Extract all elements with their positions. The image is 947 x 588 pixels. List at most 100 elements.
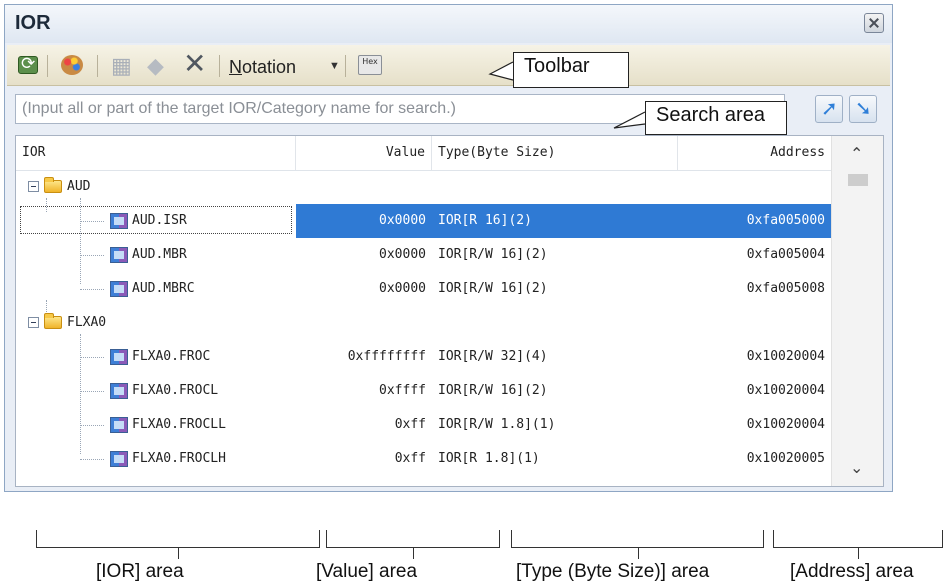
- toolbar-separator: [345, 55, 346, 77]
- register-value[interactable]: 0x0000: [296, 204, 432, 238]
- register-name: AUD.MBRC: [132, 281, 195, 296]
- tree-line: [80, 255, 104, 256]
- register-type: IOR[R/W 16](2): [438, 247, 548, 262]
- category-name: FLXA0: [67, 315, 107, 330]
- tree-row-category[interactable]: FLXA0: [16, 306, 831, 340]
- register-address: 0xfa005000: [678, 204, 831, 238]
- table-header: IOR Value Type(Byte Size) Address: [16, 136, 831, 171]
- bracket-type-area: [511, 530, 764, 559]
- column-header-value[interactable]: Value: [296, 136, 432, 170]
- register-type: IOR[R 16](2): [432, 204, 678, 238]
- toolbar-separator: [219, 55, 220, 77]
- register-icon: [110, 383, 128, 399]
- table-row[interactable]: AUD.ISR 0x0000 IOR[R 16](2) 0xfa005000: [16, 204, 831, 238]
- register-name: FLXA0.FROCLH: [132, 451, 226, 466]
- table-row[interactable]: FLXA0.FROCLH 0xff IOR[R 1.8](1) 0x100200…: [16, 442, 831, 476]
- toolbar-separator: [47, 55, 48, 77]
- register-type: IOR[R 1.8](1): [438, 451, 540, 466]
- eraser-icon[interactable]: ◆: [147, 53, 173, 78]
- category-name: AUD: [67, 179, 91, 194]
- notation-menu-button[interactable]: Notation: [229, 57, 296, 78]
- search-backward-button[interactable]: ➚: [815, 95, 843, 123]
- column-header-type[interactable]: Type(Byte Size): [432, 136, 678, 170]
- table-row[interactable]: AUD.MBR 0x0000 IOR[R/W 16](2) 0xfa005004: [16, 238, 831, 272]
- register-icon: [110, 213, 128, 229]
- tree-line: [80, 289, 104, 290]
- register-name: FLXA0.FROCLL: [132, 417, 226, 432]
- toolbar-separator: [97, 55, 98, 77]
- bracket-tick: [637, 547, 639, 559]
- callout-search-area: Search area: [645, 101, 787, 135]
- register-type: IOR[R/W 16](2): [438, 281, 548, 296]
- register-address: 0xfa005004: [746, 247, 825, 262]
- bracket-tick: [413, 547, 414, 559]
- register-icon: [110, 417, 128, 433]
- arrow-down-icon: ➘: [855, 96, 872, 120]
- label-ior-area: [IOR] area: [96, 561, 184, 582]
- refresh-icon[interactable]: [15, 53, 41, 77]
- collapse-icon[interactable]: [28, 317, 39, 328]
- toolbar: ▦ ◆ ✕ Notation ▼ Hex: [7, 45, 890, 86]
- hex-display-icon[interactable]: Hex: [357, 53, 383, 77]
- bracket-value-area: [326, 530, 500, 559]
- notation-mnemonic: N: [229, 57, 242, 77]
- collapse-icon[interactable]: [28, 181, 39, 192]
- arrow-up-icon: ➚: [821, 96, 838, 120]
- folder-icon: [44, 313, 62, 329]
- tree-row-category[interactable]: AUD: [16, 170, 831, 204]
- tree-line: [80, 357, 104, 358]
- vertical-scrollbar[interactable]: ⌃ ⌄: [831, 136, 883, 486]
- register-icon: [110, 247, 128, 263]
- callout-toolbar: Toolbar: [513, 52, 629, 88]
- label-address-area: [Address] area: [790, 561, 914, 582]
- notation-label: otation: [242, 57, 297, 77]
- close-button[interactable]: [864, 13, 884, 33]
- chevron-up-icon[interactable]: ⌃: [850, 144, 863, 163]
- tree-line: [80, 221, 104, 222]
- register-icon: [110, 281, 128, 297]
- register-address: 0xfa005008: [746, 281, 825, 296]
- bracket-address-area: [773, 530, 943, 559]
- tree-line: [80, 425, 104, 426]
- title-bar: IOR: [5, 5, 892, 43]
- ior-table: IOR Value Type(Byte Size) Address AUD AU…: [15, 135, 884, 487]
- search-forward-button[interactable]: ➘: [849, 95, 877, 123]
- register-address: 0x10020004: [746, 417, 825, 432]
- register-value[interactable]: 0xff: [296, 408, 432, 442]
- register-value[interactable]: 0xffffffff: [296, 340, 432, 374]
- label-value-area: [Value] area: [316, 561, 418, 582]
- bracket-tick: [858, 547, 859, 559]
- label-type-area: [Type (Byte Size)] area: [516, 561, 710, 582]
- chevron-down-icon[interactable]: ▼: [329, 60, 340, 72]
- register-type: IOR[R/W 16](2): [438, 383, 548, 398]
- register-value[interactable]: 0xffff: [296, 374, 432, 408]
- table-row[interactable]: AUD.MBRC 0x0000 IOR[R/W 16](2) 0xfa00500…: [16, 272, 831, 306]
- register-icon: [110, 349, 128, 365]
- tree-line: [80, 459, 104, 460]
- register-value[interactable]: 0xff: [296, 442, 432, 476]
- register-icon: [110, 451, 128, 467]
- table-row[interactable]: FLXA0.FROCLL 0xff IOR[R/W 1.8](1) 0x1002…: [16, 408, 831, 442]
- register-value[interactable]: 0x0000: [296, 238, 432, 272]
- chevron-down-icon[interactable]: ⌄: [850, 458, 863, 477]
- ior-panel-window: IOR ▦ ◆ ✕ Notation ▼ Hex (Input all or p…: [4, 4, 893, 492]
- register-name: AUD.MBR: [132, 247, 187, 262]
- delete-icon[interactable]: ✕: [183, 47, 209, 80]
- table-row[interactable]: FLXA0.FROCL 0xffff IOR[R/W 16](2) 0x1002…: [16, 374, 831, 408]
- register-address: 0x10020004: [746, 349, 825, 364]
- register-name: FLXA0.FROCL: [132, 383, 219, 398]
- column-header-ior[interactable]: IOR: [16, 136, 296, 170]
- register-value[interactable]: 0x0000: [296, 272, 432, 306]
- bracket-tick: [178, 547, 179, 559]
- panel-title: IOR: [15, 12, 51, 34]
- register-address: 0x10020005: [746, 451, 825, 466]
- register-watch-icon[interactable]: ▦: [111, 53, 137, 78]
- tree-line: [80, 391, 104, 392]
- scrollbar-thumb[interactable]: [848, 174, 868, 186]
- bracket-ior-area: [36, 530, 320, 559]
- register-type: IOR[R/W 1.8](1): [438, 417, 556, 432]
- column-header-address[interactable]: Address: [678, 136, 831, 170]
- palette-icon[interactable]: [59, 53, 85, 77]
- register-address: 0x10020004: [746, 383, 825, 398]
- table-row[interactable]: FLXA0.FROC 0xffffffff IOR[R/W 32](4) 0x1…: [16, 340, 831, 374]
